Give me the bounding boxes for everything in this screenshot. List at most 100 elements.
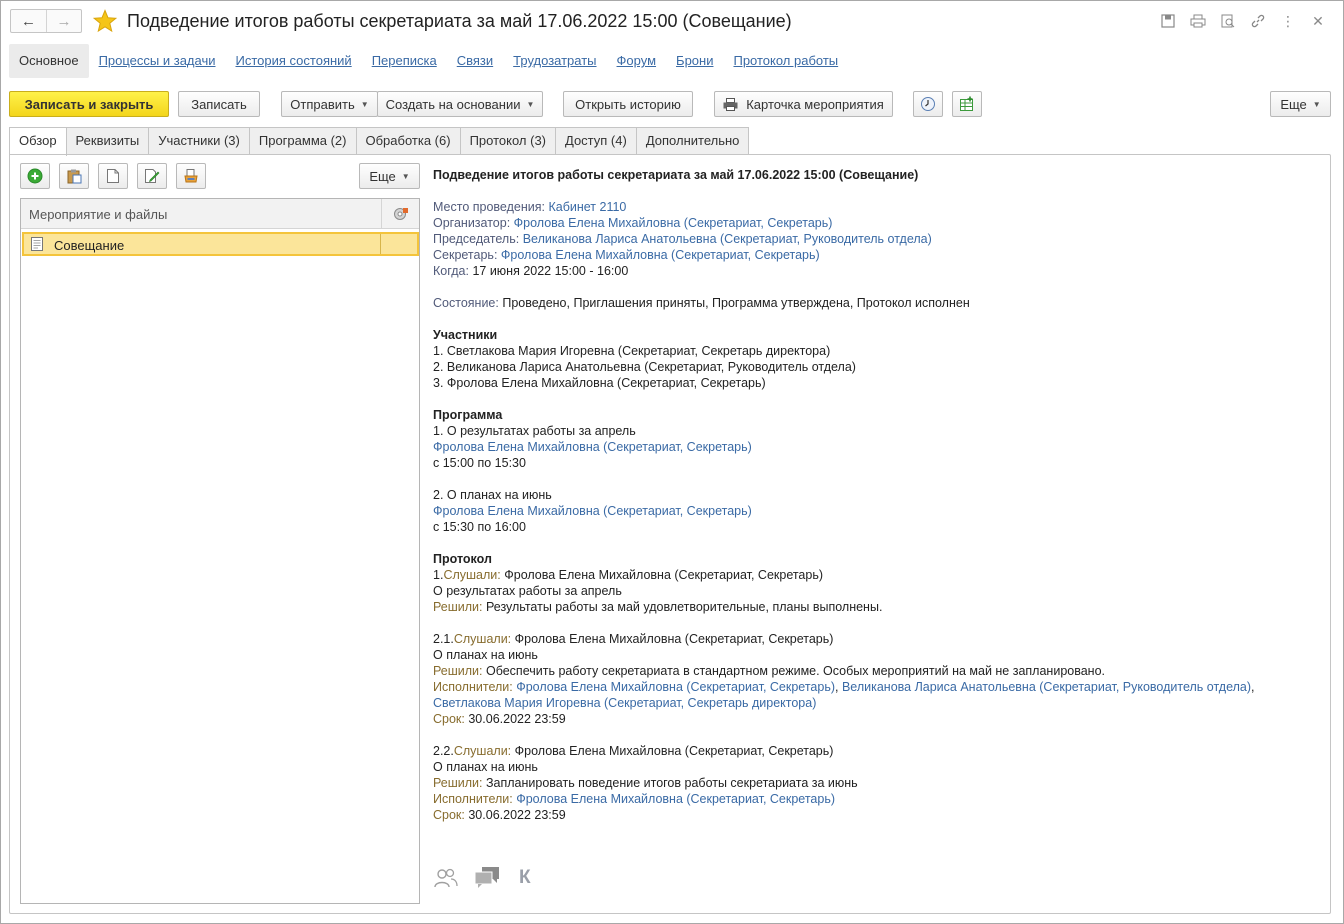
executor-link[interactable]: Светлакова Мария Игоревна (Секретариат, …	[433, 696, 816, 710]
decided-value: Обеспечить работу секретариата в стандар…	[485, 664, 1105, 678]
decided-value: Результаты работы за май удовлетворитель…	[485, 600, 883, 614]
add-spreadsheet-button[interactable]	[952, 91, 982, 117]
program-item-title: 2. О планах на июнь	[433, 488, 552, 502]
list-header: Мероприятие и файлы	[21, 199, 419, 229]
program-heading: Программа	[433, 408, 503, 422]
participant-item: 1. Светлакова Мария Игоревна (Секретариа…	[433, 344, 831, 358]
k-letter-icon[interactable]: К	[519, 867, 531, 889]
edit-file-button[interactable]	[137, 163, 167, 189]
new-file-button[interactable]	[98, 163, 128, 189]
deadline-label: Срок:	[433, 808, 465, 822]
create-based-label: Создать на основании	[385, 96, 521, 112]
chevron-down-icon: ▼	[1312, 99, 1321, 109]
organizer-link[interactable]: Фролова Елена Михайловна (Секретариат, С…	[514, 216, 833, 230]
program-item-speaker[interactable]: Фролова Елена Михайловна (Секретариат, С…	[433, 503, 1323, 519]
open-history-button[interactable]: Открыть историю	[563, 91, 693, 117]
protocol-item-number: 1.	[433, 568, 444, 582]
tab-access[interactable]: Доступ (4)	[555, 127, 637, 155]
close-icon[interactable]: ✕	[1307, 11, 1329, 31]
more-button[interactable]: Еще ▼	[1270, 91, 1331, 117]
decided-label: Решили:	[433, 776, 483, 790]
executor-link[interactable]: Фролова Елена Михайловна (Секретариат, С…	[516, 792, 835, 806]
participant-item: 3. Фролова Елена Михайловна (Секретариат…	[433, 376, 766, 390]
print-icon[interactable]	[1187, 11, 1209, 31]
tab-protocol[interactable]: Протокол (3)	[459, 127, 556, 155]
section-correspondence[interactable]: Переписка	[362, 44, 447, 78]
section-bookings[interactable]: Брони	[666, 44, 723, 78]
secretary-link[interactable]: Фролова Елена Михайловна (Секретариат, С…	[501, 248, 820, 262]
save-disk-icon[interactable]	[1157, 11, 1179, 31]
column-header-event-files[interactable]: Мероприятие и файлы	[29, 207, 167, 222]
protocol-item-number: 2.2.	[433, 744, 454, 758]
list-more-button[interactable]: Еще ▼	[359, 163, 420, 189]
create-based-on-button[interactable]: Создать на основании ▼	[377, 91, 543, 117]
more-label: Еще	[1280, 96, 1307, 112]
program-item-time: с 15:00 по 15:30	[433, 456, 526, 470]
event-card-label: Карточка мероприятия	[746, 96, 884, 112]
heard-label: Слушали:	[453, 632, 512, 646]
chair-label: Председатель:	[433, 232, 520, 246]
save-button[interactable]: Записать	[178, 91, 260, 117]
tab-additional[interactable]: Дополнительно	[635, 127, 750, 155]
protocol-heading: Протокол	[433, 552, 492, 566]
section-work-log[interactable]: Протокол работы	[723, 44, 848, 78]
cell-divider	[380, 234, 381, 254]
deadline-value: 30.06.2022 23:59	[468, 712, 566, 726]
section-labor[interactable]: Трудозатраты	[503, 44, 606, 78]
executors-label: Исполнители:	[433, 792, 513, 806]
preview-icon[interactable]	[1217, 11, 1239, 31]
overview-content: Подведение итогов работы секретариата за…	[433, 167, 1323, 823]
section-forum[interactable]: Форум	[607, 44, 667, 78]
chair-link[interactable]: Великанова Лариса Анатольевна (Секретари…	[523, 232, 932, 246]
event-card-button[interactable]: Карточка мероприятия	[714, 91, 893, 117]
clipboard-icon	[67, 169, 82, 184]
forward-arrow-icon[interactable]: →	[45, 10, 81, 32]
add-button[interactable]	[20, 163, 50, 189]
tab-requisites[interactable]: Реквизиты	[65, 127, 150, 155]
participants-icon[interactable]	[433, 867, 459, 889]
more-vertical-icon[interactable]: ⋮	[1277, 11, 1299, 31]
files-settings-icon	[393, 207, 408, 220]
column-header-settings[interactable]	[381, 199, 419, 228]
section-main[interactable]: Основное	[9, 44, 89, 78]
scan-button[interactable]	[176, 163, 206, 189]
heard-label: Слушали:	[443, 568, 501, 582]
list-item[interactable]: Совещание	[22, 232, 419, 256]
printer-icon	[723, 97, 738, 111]
favorite-star-icon[interactable]	[93, 9, 117, 33]
section-links[interactable]: Связи	[447, 44, 503, 78]
bottom-actions: К	[433, 866, 531, 890]
participants-heading: Участники	[433, 328, 498, 342]
program-item-speaker[interactable]: Фролова Елена Михайловна (Секретариат, С…	[433, 439, 1323, 455]
program-item-title: 1. О результатах работы за апрель	[433, 424, 636, 438]
clock-button[interactable]	[913, 91, 943, 117]
discussion-icon[interactable]	[473, 866, 501, 890]
chevron-down-icon: ▼	[360, 99, 369, 109]
send-dropdown-button[interactable]: Отправить ▼	[281, 91, 378, 117]
back-arrow-icon[interactable]: ←	[11, 10, 46, 32]
section-processes[interactable]: Процессы и задачи	[89, 44, 226, 78]
send-label: Отправить	[290, 96, 355, 112]
chevron-down-icon: ▼	[401, 171, 410, 181]
place-label: Место проведения:	[433, 200, 545, 214]
program-item-time: с 15:30 по 16:00	[433, 520, 526, 534]
section-state-history[interactable]: История состояний	[226, 44, 362, 78]
add-from-clipboard-button[interactable]	[59, 163, 89, 189]
tab-overview[interactable]: Обзор	[9, 127, 67, 156]
state-value: Проведено, Приглашения приняты, Программ…	[502, 296, 970, 310]
link-icon[interactable]	[1247, 11, 1269, 31]
executor-link[interactable]: Фролова Елена Михайловна (Секретариат, С…	[516, 680, 835, 694]
protocol-subject: О планах на июнь	[433, 648, 538, 662]
document-window: ← → Подведение итогов работы секретариат…	[0, 0, 1344, 924]
event-files-list: Мероприятие и файлы Совещание	[20, 198, 420, 904]
place-link[interactable]: Кабинет 2110	[548, 200, 626, 214]
save-and-close-button[interactable]: Записать и закрыть	[9, 91, 169, 117]
tab-program[interactable]: Программа (2)	[248, 127, 357, 155]
executor-link[interactable]: Великанова Лариса Анатольевна (Секретари…	[842, 680, 1251, 694]
deadline-value: 30.06.2022 23:59	[468, 808, 566, 822]
heard-label: Слушали:	[453, 744, 512, 758]
protocol-subject: О результатах работы за апрель	[433, 584, 622, 598]
secretary-label: Секретарь:	[433, 248, 498, 262]
tab-participants[interactable]: Участники (3)	[148, 127, 250, 155]
tab-processing[interactable]: Обработка (6)	[355, 127, 461, 155]
